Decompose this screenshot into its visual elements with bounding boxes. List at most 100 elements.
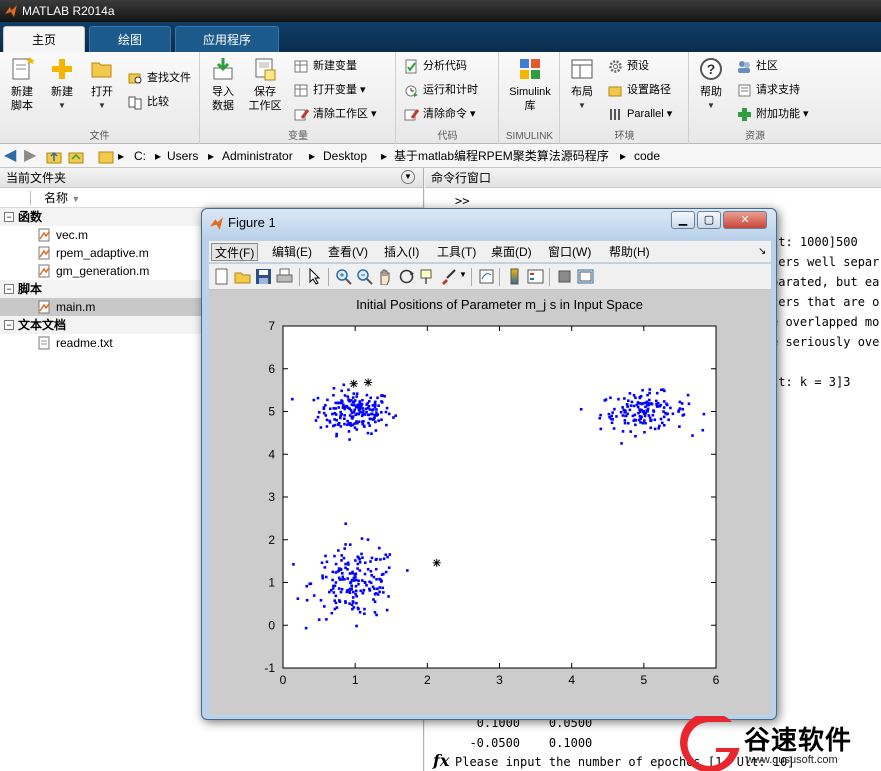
addons-button[interactable]: 附加功能 ▾ [736, 104, 809, 124]
new-script-button[interactable]: 新建 脚本 [1, 56, 43, 113]
layout-dropdown-arrow-icon[interactable]: ▼ [561, 99, 603, 113]
close-button[interactable]: ✕ [723, 211, 767, 229]
request-support-label: 请求支持 [756, 84, 800, 96]
pan-hand-icon[interactable] [377, 268, 394, 285]
figure-toolbar: ▼ [209, 264, 771, 290]
collapse-icon[interactable]: − [4, 320, 14, 330]
brush-icon[interactable] [440, 268, 457, 285]
simulink-library-icon [520, 59, 540, 79]
new-figure-icon[interactable] [213, 268, 230, 285]
analyze-code-button[interactable]: 分析代码 [403, 56, 467, 76]
brush-dropdown-arrow-icon[interactable]: ▼ [459, 270, 467, 279]
find-files-button[interactable]: 查找文件 [127, 68, 191, 88]
preferences-button[interactable]: 预设 [607, 56, 649, 76]
collapse-icon[interactable]: − [4, 284, 14, 294]
forward-arrow-icon[interactable]: ▶ [24, 148, 40, 164]
ribbon-section-resources: ? 帮助 ▼ 社区 请求支持 附加功能 ▾ 资源 [690, 52, 881, 144]
rotate-3d-icon[interactable] [398, 268, 415, 285]
ribbon-section-environment: 布局 ▼ 预设 设置路径 Parallel ▾ 环境 [561, 52, 689, 144]
data-point [339, 401, 343, 405]
open-file-icon[interactable] [234, 268, 251, 285]
collapse-icon[interactable]: − [4, 212, 14, 222]
run-and-time-button[interactable]: 运行和计时 [403, 80, 478, 100]
tab-apps[interactable]: 应用程序 [175, 26, 279, 52]
zoom-out-icon[interactable] [356, 268, 373, 285]
maximize-button[interactable]: ▢ [697, 211, 721, 229]
import-data-button[interactable]: 导入 数据 [202, 56, 244, 113]
data-cursor-icon[interactable] [419, 268, 436, 285]
back-arrow-icon[interactable]: ◀ [4, 148, 20, 164]
group-label: 脚本 [18, 282, 43, 296]
up-folder-icon[interactable] [46, 148, 62, 164]
data-point [383, 394, 386, 398]
save-workspace-button[interactable]: 保存 工作区 [244, 56, 286, 113]
set-path-button[interactable]: 设置路径 [607, 80, 671, 100]
path-segment[interactable]: Administrator [222, 144, 293, 168]
browse-folder-icon[interactable] [68, 148, 84, 164]
menu-insert[interactable]: 插入(I) [381, 243, 422, 261]
dock-arrow-icon[interactable]: ↘ [755, 243, 769, 261]
path-segment[interactable]: code [634, 144, 660, 168]
figure-window[interactable]: Figure 1 ▁ ▢ ✕ 文件(F) 编辑(E) 查看(V) 插入(I) 工… [201, 208, 777, 720]
layout-button[interactable]: 布局 ▼ [561, 56, 603, 113]
hide-plot-tools-icon[interactable] [556, 268, 573, 285]
open-dropdown-arrow-icon[interactable]: ▼ [81, 99, 123, 113]
select-pointer-icon[interactable] [306, 268, 323, 285]
data-point [649, 419, 652, 423]
print-icon[interactable] [276, 268, 293, 285]
data-point [354, 592, 357, 596]
menu-tools[interactable]: 工具(T) [434, 243, 479, 261]
watermark-text: 谷速软件 [744, 725, 853, 755]
menu-view[interactable]: 查看(V) [325, 243, 371, 261]
open-label: 打开 [91, 86, 113, 98]
data-point [331, 412, 334, 416]
colorbar-icon[interactable] [506, 268, 523, 285]
save-icon[interactable] [255, 268, 272, 285]
data-point [339, 414, 342, 417]
new-dropdown-arrow-icon[interactable]: ▼ [41, 99, 83, 113]
new-button[interactable]: 新建 ▼ [41, 56, 83, 113]
data-point [339, 590, 343, 594]
path-segment[interactable]: C: [134, 144, 146, 168]
open-button[interactable]: 打开 ▼ [81, 56, 123, 113]
tab-home[interactable]: 主页 [3, 26, 85, 52]
link-plot-icon[interactable] [478, 268, 495, 285]
data-point [352, 400, 356, 404]
data-point [358, 569, 362, 572]
clear-commands-button[interactable]: 清除命令 ▾ [403, 104, 476, 124]
data-point [374, 558, 378, 561]
path-segment[interactable]: Users [167, 144, 198, 168]
menu-window[interactable]: 窗口(W) [545, 243, 594, 261]
community-button[interactable]: 社区 [736, 56, 778, 76]
scatter-plot[interactable]: Initial Positions of Parameter m_j s in … [209, 290, 771, 715]
minimize-button[interactable]: ▁ [671, 211, 695, 229]
menu-file[interactable]: 文件(F) [211, 243, 259, 261]
figure-title-bar[interactable]: Figure 1 ▁ ▢ ✕ [202, 209, 776, 239]
parallel-button[interactable]: Parallel ▾ [607, 104, 672, 124]
help-dropdown-arrow-icon[interactable]: ▼ [690, 99, 732, 113]
legend-icon[interactable] [527, 268, 544, 285]
panel-options-icon[interactable]: ▼ [401, 170, 415, 184]
help-button[interactable]: ? 帮助 ▼ [690, 56, 732, 113]
menu-help[interactable]: 帮助(H) [606, 243, 653, 261]
show-plot-tools-icon[interactable] [577, 268, 594, 285]
menu-edit[interactable]: 编辑(E) [269, 243, 315, 261]
name-column-header[interactable]: 名称 ▼ [0, 188, 423, 208]
data-point [632, 394, 636, 397]
figure-canvas[interactable]: Initial Positions of Parameter m_j s in … [209, 290, 771, 715]
data-point [312, 398, 316, 402]
request-support-button[interactable]: 请求支持 [736, 80, 800, 100]
open-variable-button[interactable]: 打开变量 ▾ [293, 80, 366, 100]
path-segment[interactable]: Desktop [323, 144, 367, 168]
menu-desktop[interactable]: 桌面(D) [488, 243, 535, 261]
data-point [334, 413, 338, 416]
zoom-in-icon[interactable] [335, 268, 352, 285]
tab-plots[interactable]: 绘图 [89, 26, 171, 52]
new-variable-button[interactable]: 新建变量 [293, 56, 357, 76]
data-point [292, 563, 295, 566]
clear-workspace-button[interactable]: 清除工作区 ▾ [293, 104, 377, 124]
compare-button[interactable]: 比较 [127, 92, 169, 112]
data-point [363, 572, 367, 576]
path-segment[interactable]: 基于matlab编程RPEM聚类算法源码程序 [394, 144, 609, 168]
simulink-library-button[interactable]: Simulink 库 [503, 56, 557, 113]
